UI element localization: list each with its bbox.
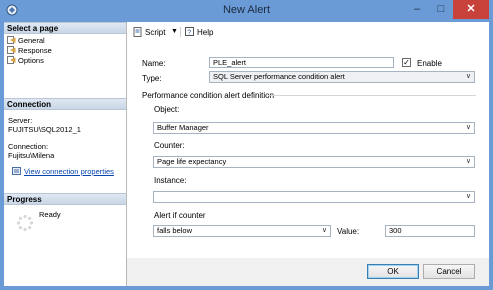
enable-label: Enable [417, 59, 442, 68]
page-general-label: General [18, 36, 45, 45]
svg-text:?: ? [187, 30, 191, 37]
value-label: Value: [337, 227, 360, 236]
help-button[interactable]: ? Help [185, 27, 213, 38]
name-label: Name: [142, 59, 166, 68]
dialog-client-area: Select a page General Response Options C… [4, 22, 489, 286]
maximize-button[interactable]: □ [429, 0, 453, 19]
sidebar: Select a page General Response Options C… [4, 22, 127, 286]
minimize-button[interactable]: – [405, 0, 429, 19]
page-icon [7, 56, 16, 64]
chevron-down-icon: ∨ [465, 124, 471, 131]
object-select-value: Buffer Manager [157, 123, 209, 132]
name-input[interactable]: PLE_alert [209, 57, 394, 68]
type-label: Type: [142, 74, 162, 83]
properties-icon [12, 167, 21, 175]
chevron-down-icon: ∨ [321, 227, 327, 234]
connection-heading: Connection [4, 98, 126, 110]
script-dropdown-chevron-down-icon[interactable]: ▼ [171, 27, 178, 37]
progress-status: Ready [39, 210, 61, 219]
toolbar-separator [180, 27, 181, 37]
page-options[interactable]: Options [7, 56, 44, 65]
type-select-value: SQL Server performance condition alert [213, 72, 345, 81]
new-alert-window: New Alert – □ ✕ Select a page General Re… [0, 0, 493, 290]
help-icon: ? [185, 27, 194, 37]
page-options-label: Options [18, 56, 44, 65]
alert-if-select[interactable]: falls below ∨ [153, 225, 331, 237]
view-connection-properties-link[interactable]: View connection properties [12, 167, 114, 176]
progress-heading: Progress [4, 193, 126, 205]
connection-value: Fujitsu\Milena [8, 151, 55, 160]
page-response[interactable]: Response [7, 46, 52, 55]
page-icon [7, 36, 16, 44]
page-general[interactable]: General [7, 36, 45, 45]
value-input[interactable]: 300 [385, 225, 475, 237]
server-value: FUJITSU\SQL2012_1 [8, 125, 81, 134]
counter-select[interactable]: Page life expectancy ∨ [153, 156, 475, 168]
page-response-label: Response [18, 46, 52, 55]
cancel-button[interactable]: Cancel [423, 264, 475, 279]
page-icon [7, 46, 16, 54]
alert-if-counter-label: Alert if counter [154, 211, 206, 220]
chevron-down-icon: ∨ [465, 158, 471, 165]
help-label: Help [197, 28, 214, 37]
chevron-down-icon: ∨ [465, 73, 471, 80]
alert-if-select-value: falls below [157, 226, 193, 235]
script-icon [133, 27, 142, 37]
chevron-down-icon: ∨ [465, 193, 471, 200]
toolbar: Script ▼ ? Help [127, 22, 489, 42]
title-bar[interactable]: New Alert – □ ✕ [0, 0, 493, 22]
script-button[interactable]: Script [133, 27, 165, 38]
main-panel: Script ▼ ? Help Name: PLE_alert ✓ Enable … [127, 22, 489, 258]
enable-checkbox[interactable]: ✓ [402, 58, 411, 67]
instance-label: Instance: [154, 176, 187, 185]
group-divider [268, 95, 476, 96]
select-page-heading: Select a page [4, 22, 126, 34]
close-button[interactable]: ✕ [453, 0, 489, 19]
server-label: Server: [8, 116, 33, 125]
object-select[interactable]: Buffer Manager ∨ [153, 122, 475, 134]
counter-label: Counter: [154, 141, 185, 150]
ok-button[interactable]: OK [367, 264, 419, 279]
progress-spinner-icon [16, 214, 34, 232]
type-select[interactable]: SQL Server performance condition alert ∨ [209, 71, 475, 83]
instance-select[interactable]: ∨ [153, 191, 475, 203]
view-connection-properties-text[interactable]: View connection properties [24, 167, 114, 176]
counter-select-value: Page life expectancy [157, 157, 227, 166]
script-label: Script [145, 28, 166, 37]
definition-heading: Performance condition alert definition [142, 91, 275, 100]
connection-label: Connection: [8, 142, 49, 151]
object-label: Object: [154, 105, 180, 114]
